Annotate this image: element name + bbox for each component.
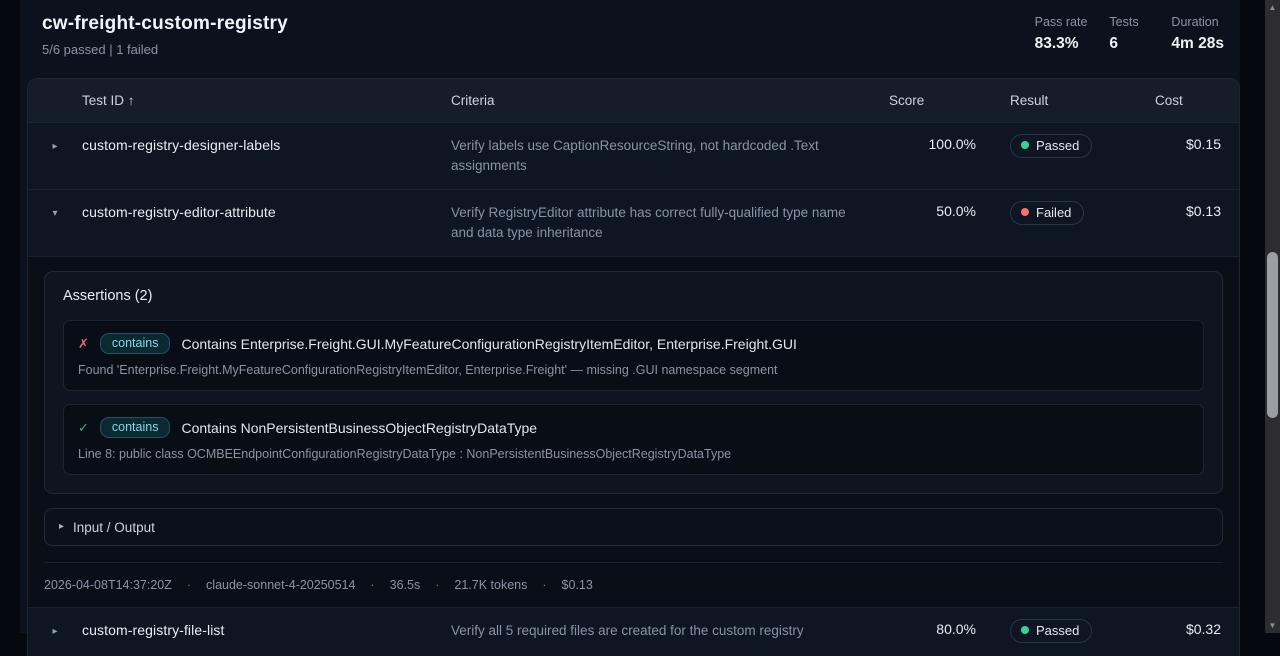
run-summary: 5/6 passed | 1 failed <box>42 42 288 57</box>
assertion-title: Contains NonPersistentBusinessObjectRegi… <box>181 420 537 436</box>
passed-dot-icon <box>1021 141 1029 149</box>
assertion-detail: Line 8: public class OCMBEEndpointConfig… <box>78 447 1189 461</box>
test-run-page: cw-freight-custom-registry 5/6 passed | … <box>20 0 1240 633</box>
stat-tests: Tests 6 <box>1109 15 1149 53</box>
test-criteria: Verify RegistryEditor attribute has corr… <box>451 203 876 243</box>
assertion-type-badge: contains <box>100 417 171 438</box>
stat-value: 6 <box>1109 35 1149 53</box>
test-cost: $0.13 <box>1148 203 1239 219</box>
scroll-up-icon[interactable]: ▲ <box>1265 1 1280 14</box>
meta-duration: 36.5s <box>390 578 421 592</box>
assertions-card: Assertions (2) ✗ contains Contains Enter… <box>44 271 1223 494</box>
check-mark-icon: ✓ <box>78 420 89 436</box>
run-header: cw-freight-custom-registry 5/6 passed | … <box>20 0 1240 78</box>
stat-value: 83.3% <box>1035 35 1088 53</box>
caret-column-spacer <box>28 99 82 103</box>
run-title-block: cw-freight-custom-registry 5/6 passed | … <box>42 13 288 57</box>
assertion-item-failed: ✗ contains Contains Enterprise.Freight.G… <box>63 320 1204 391</box>
column-header-criteria[interactable]: Criteria <box>451 93 876 108</box>
table-header-row: Test ID ↑ Criteria Score Result Cost <box>28 79 1239 123</box>
chevron-right-icon[interactable]: ▸ <box>52 625 57 639</box>
run-stats: Pass rate 83.3% Tests 6 Duration 4m 28s <box>1035 13 1224 53</box>
stat-duration: Duration 4m 28s <box>1171 15 1224 53</box>
result-cell: Failed <box>976 203 1148 225</box>
meta-model: claude-sonnet-4-20250514 <box>206 578 355 592</box>
caret-cell: ▸ <box>28 136 82 154</box>
test-score: 80.0% <box>876 621 976 637</box>
test-criteria: Verify labels use CaptionResourceString,… <box>451 136 876 176</box>
chevron-down-icon[interactable]: ▾ <box>52 207 57 221</box>
dot-separator: · <box>542 578 546 592</box>
status-badge-label: Passed <box>1036 138 1079 153</box>
table-row-designer-labels[interactable]: ▸ custom-registry-designer-labels Verify… <box>28 123 1239 189</box>
page-title: cw-freight-custom-registry <box>42 13 288 35</box>
assertion-main-line: ✓ contains Contains NonPersistentBusines… <box>78 417 1189 438</box>
stat-label: Duration <box>1171 15 1224 29</box>
dot-separator: · <box>370 578 374 592</box>
meta-tokens: 21.7K tokens <box>454 578 527 592</box>
test-cost: $0.15 <box>1148 136 1239 152</box>
status-badge: Failed <box>1010 201 1084 225</box>
test-id: custom-registry-editor-attribute <box>82 203 451 220</box>
assertion-type-badge: contains <box>100 333 171 354</box>
dot-separator: · <box>187 578 191 592</box>
status-badge-label: Failed <box>1036 205 1071 220</box>
column-header-cost[interactable]: Cost <box>1148 93 1239 108</box>
scroll-down-icon[interactable]: ▼ <box>1265 619 1280 632</box>
test-score: 100.0% <box>876 136 976 152</box>
assertion-main-line: ✗ contains Contains Enterprise.Freight.G… <box>78 333 1189 354</box>
table-row-file-list[interactable]: ▸ custom-registry-file-list Verify all 5… <box>28 607 1239 656</box>
scrollbar[interactable]: ▲ ▼ <box>1265 0 1280 633</box>
status-badge: Passed <box>1010 619 1092 643</box>
column-header-result[interactable]: Result <box>976 93 1148 108</box>
status-badge: Passed <box>1010 134 1092 158</box>
meta-cost: $0.13 <box>562 578 593 592</box>
meta-timestamp: 2026-04-08T14:37:20Z <box>44 578 172 592</box>
status-badge-label: Passed <box>1036 623 1079 638</box>
run-meta: 2026-04-08T14:37:20Z · claude-sonnet-4-2… <box>44 563 1223 607</box>
test-criteria: Verify all 5 required files are created … <box>451 621 876 641</box>
input-output-label: Input / Output <box>73 520 155 535</box>
stat-value: 4m 28s <box>1171 35 1224 53</box>
test-id: custom-registry-file-list <box>82 621 451 638</box>
dot-separator: · <box>435 578 439 592</box>
tests-table: Test ID ↑ Criteria Score Result Cost ▸ c… <box>27 78 1240 656</box>
scrollbar-thumb[interactable] <box>1267 252 1278 418</box>
chevron-right-icon: ▸ <box>59 520 64 534</box>
result-cell: Passed <box>976 621 1148 643</box>
stat-label: Tests <box>1109 15 1149 29</box>
table-row-editor-attribute[interactable]: ▾ custom-registry-editor-attribute Verif… <box>28 189 1239 256</box>
result-cell: Passed <box>976 136 1148 158</box>
chevron-right-icon[interactable]: ▸ <box>52 140 57 154</box>
assertion-detail: Found 'Enterprise.Freight.MyFeatureConfi… <box>78 363 1189 377</box>
assertions-title: Assertions (2) <box>63 288 1204 304</box>
stat-pass-rate: Pass rate 83.3% <box>1035 15 1088 53</box>
input-output-toggle[interactable]: ▸ Input / Output <box>44 508 1223 546</box>
failed-dot-icon <box>1021 208 1029 216</box>
assertion-item-passed: ✓ contains Contains NonPersistentBusines… <box>63 404 1204 475</box>
test-cost: $0.32 <box>1148 621 1239 637</box>
column-header-test-id[interactable]: Test ID ↑ <box>82 93 451 108</box>
test-score: 50.0% <box>876 203 976 219</box>
x-mark-icon: ✗ <box>78 336 89 352</box>
test-detail-panel: Assertions (2) ✗ contains Contains Enter… <box>28 256 1239 607</box>
stat-label: Pass rate <box>1035 15 1088 29</box>
column-header-score[interactable]: Score <box>876 93 976 108</box>
caret-cell: ▾ <box>28 203 82 221</box>
assertion-title: Contains Enterprise.Freight.GUI.MyFeatur… <box>181 336 796 352</box>
caret-cell: ▸ <box>28 621 82 639</box>
test-id: custom-registry-designer-labels <box>82 136 451 153</box>
